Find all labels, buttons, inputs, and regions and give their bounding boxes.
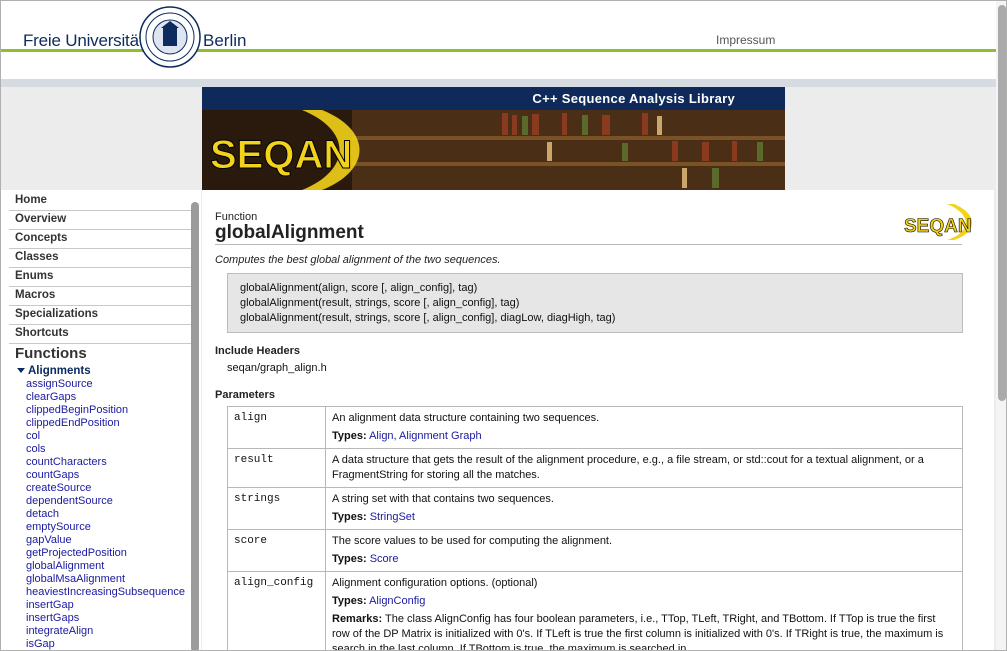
param-description: Alignment configuration options. (option… — [332, 577, 538, 589]
param-name: result — [227, 448, 326, 488]
parameters-table: align An alignment data structure contain… — [227, 406, 963, 651]
sidebar-group-alignments[interactable]: Alignments — [17, 365, 91, 377]
signature-line: globalAlignment(align, score [, align_co… — [240, 282, 478, 294]
svg-text:SEQAN: SEQAN — [210, 133, 352, 177]
function-link[interactable]: emptySource — [26, 521, 201, 534]
function-link[interactable]: isGap — [26, 638, 201, 650]
param-description-cell: A string set with that contains two sequ… — [325, 487, 963, 530]
sidebar-item-enums[interactable]: Enums — [9, 268, 191, 287]
signature-line: globalAlignment(result, strings, score [… — [240, 312, 616, 324]
remarks-label: Remarks: — [332, 613, 383, 625]
function-link[interactable]: gapValue — [26, 534, 201, 547]
svg-text:SEQAN: SEQAN — [904, 216, 972, 237]
function-link[interactable]: detach — [26, 508, 201, 521]
group-label: Alignments — [28, 365, 91, 377]
function-link[interactable]: insertGap — [26, 599, 201, 612]
types-label: Types: — [332, 430, 367, 442]
types-label: Types: — [332, 511, 367, 523]
function-link[interactable]: dependentSource — [26, 495, 201, 508]
types-label: Types: — [332, 553, 367, 565]
parameters-heading: Parameters — [215, 389, 275, 401]
types-label: Types: — [332, 595, 367, 607]
param-description: A string set with that contains two sequ… — [332, 493, 554, 505]
function-list: assignSource clearGaps clippedBeginPositio… — [26, 378, 201, 650]
triangle-down-icon — [17, 368, 25, 374]
function-link[interactable]: getProjectedPosition — [26, 547, 201, 560]
param-name: align — [227, 406, 326, 449]
param-row: align An alignment data structure contain… — [227, 406, 963, 449]
sidebar-item-classes[interactable]: Classes — [9, 249, 191, 268]
signature-box: globalAlignment(align, score [, align_co… — [227, 273, 963, 333]
sidebar-scrollbar[interactable] — [191, 202, 199, 650]
param-description-cell: Alignment configuration options. (option… — [325, 571, 963, 651]
function-summary: Computes the best global alignment of th… — [215, 254, 501, 266]
param-name: strings — [227, 487, 326, 530]
sidebar-item-shortcuts[interactable]: Shortcuts — [9, 325, 191, 344]
function-link[interactable]: insertGaps — [26, 612, 201, 625]
function-link[interactable]: col — [26, 430, 201, 443]
seqan-logo-icon: SEQAN — [904, 204, 972, 240]
param-row: score The score values to be used for com… — [227, 529, 963, 572]
function-link[interactable]: countCharacters — [26, 456, 201, 469]
include-header-value: seqan/graph_align.h — [227, 362, 327, 374]
param-description: The score values to be used for computin… — [332, 535, 613, 547]
function-link[interactable]: createSource — [26, 482, 201, 495]
function-link[interactable]: heaviestIncreasingSubsequence — [26, 586, 201, 599]
sidebar-item-concepts[interactable]: Concepts — [9, 230, 191, 249]
param-name: align_config — [227, 571, 326, 650]
library-shelves-image: SEQAN — [202, 110, 785, 190]
impressum-link[interactable]: Impressum — [716, 33, 775, 47]
main-content: Function globalAlignment SEQAN Computes … — [202, 190, 994, 651]
param-description-cell: A data structure that gets the result of… — [325, 448, 963, 488]
param-row: result A data structure that gets the res… — [227, 448, 963, 488]
param-description: A data structure that gets the result of… — [332, 454, 924, 481]
param-description: An alignment data structure containing t… — [332, 412, 600, 424]
university-name-left: Freie Universität — [23, 31, 144, 50]
sidebar-item-macros[interactable]: Macros — [9, 287, 191, 306]
function-link[interactable]: cols — [26, 443, 201, 456]
type-link[interactable]: Score — [370, 553, 399, 565]
banner-subtitle: C++ Sequence Analysis Library — [202, 87, 785, 110]
function-link[interactable]: clearGaps — [26, 391, 201, 404]
sidebar-item-home[interactable]: Home — [9, 192, 191, 211]
function-link[interactable]: clippedBeginPosition — [26, 404, 201, 417]
param-row: strings A string set with that contains t… — [227, 487, 963, 530]
page-scrollbar-thumb[interactable] — [998, 5, 1006, 401]
type-link[interactable]: StringSet — [370, 511, 415, 523]
sidebar-item-overview[interactable]: Overview — [9, 211, 191, 230]
title-divider — [215, 244, 962, 245]
type-link[interactable]: AlignConfig — [369, 595, 425, 607]
param-row: align_config Alignment configuration opti… — [227, 571, 963, 651]
param-description-cell: An alignment data structure containing t… — [325, 406, 963, 449]
function-link[interactable]: assignSource — [26, 378, 201, 391]
university-name-right: Berlin — [203, 31, 247, 50]
header-separator — [1, 79, 1006, 87]
page-title: globalAlignment — [215, 222, 364, 243]
sidebar: Home Overview Concepts Classes Enums Macros Sp… — [1, 190, 201, 650]
param-name: score — [227, 529, 326, 572]
include-headers-heading: Include Headers — [215, 345, 300, 357]
remarks-text: The class AlignConfig has four boolean p… — [332, 613, 944, 651]
function-link[interactable]: globalMsaAlignment — [26, 573, 201, 586]
function-link[interactable]: globalAlignment — [26, 560, 201, 573]
university-seal-icon — [139, 6, 201, 68]
sidebar-item-specializations[interactable]: Specializations — [9, 306, 191, 325]
browser-page: Freie Universität Berlin Impressum C++ S… — [0, 0, 1007, 651]
function-link[interactable]: clippedEndPosition — [26, 417, 201, 430]
seqan-banner-image: SEQAN — [202, 110, 785, 190]
type-link[interactable]: Align, Alignment Graph — [369, 430, 482, 442]
signature-line: globalAlignment(result, strings, score [… — [240, 297, 520, 309]
university-header: Freie Universität Berlin Impressum — [1, 1, 1006, 79]
functions-heading: Functions — [15, 345, 87, 362]
function-link[interactable]: countGaps — [26, 469, 201, 482]
param-description-cell: The score values to be used for computin… — [325, 529, 963, 572]
function-link[interactable]: integrateAlign — [26, 625, 201, 638]
